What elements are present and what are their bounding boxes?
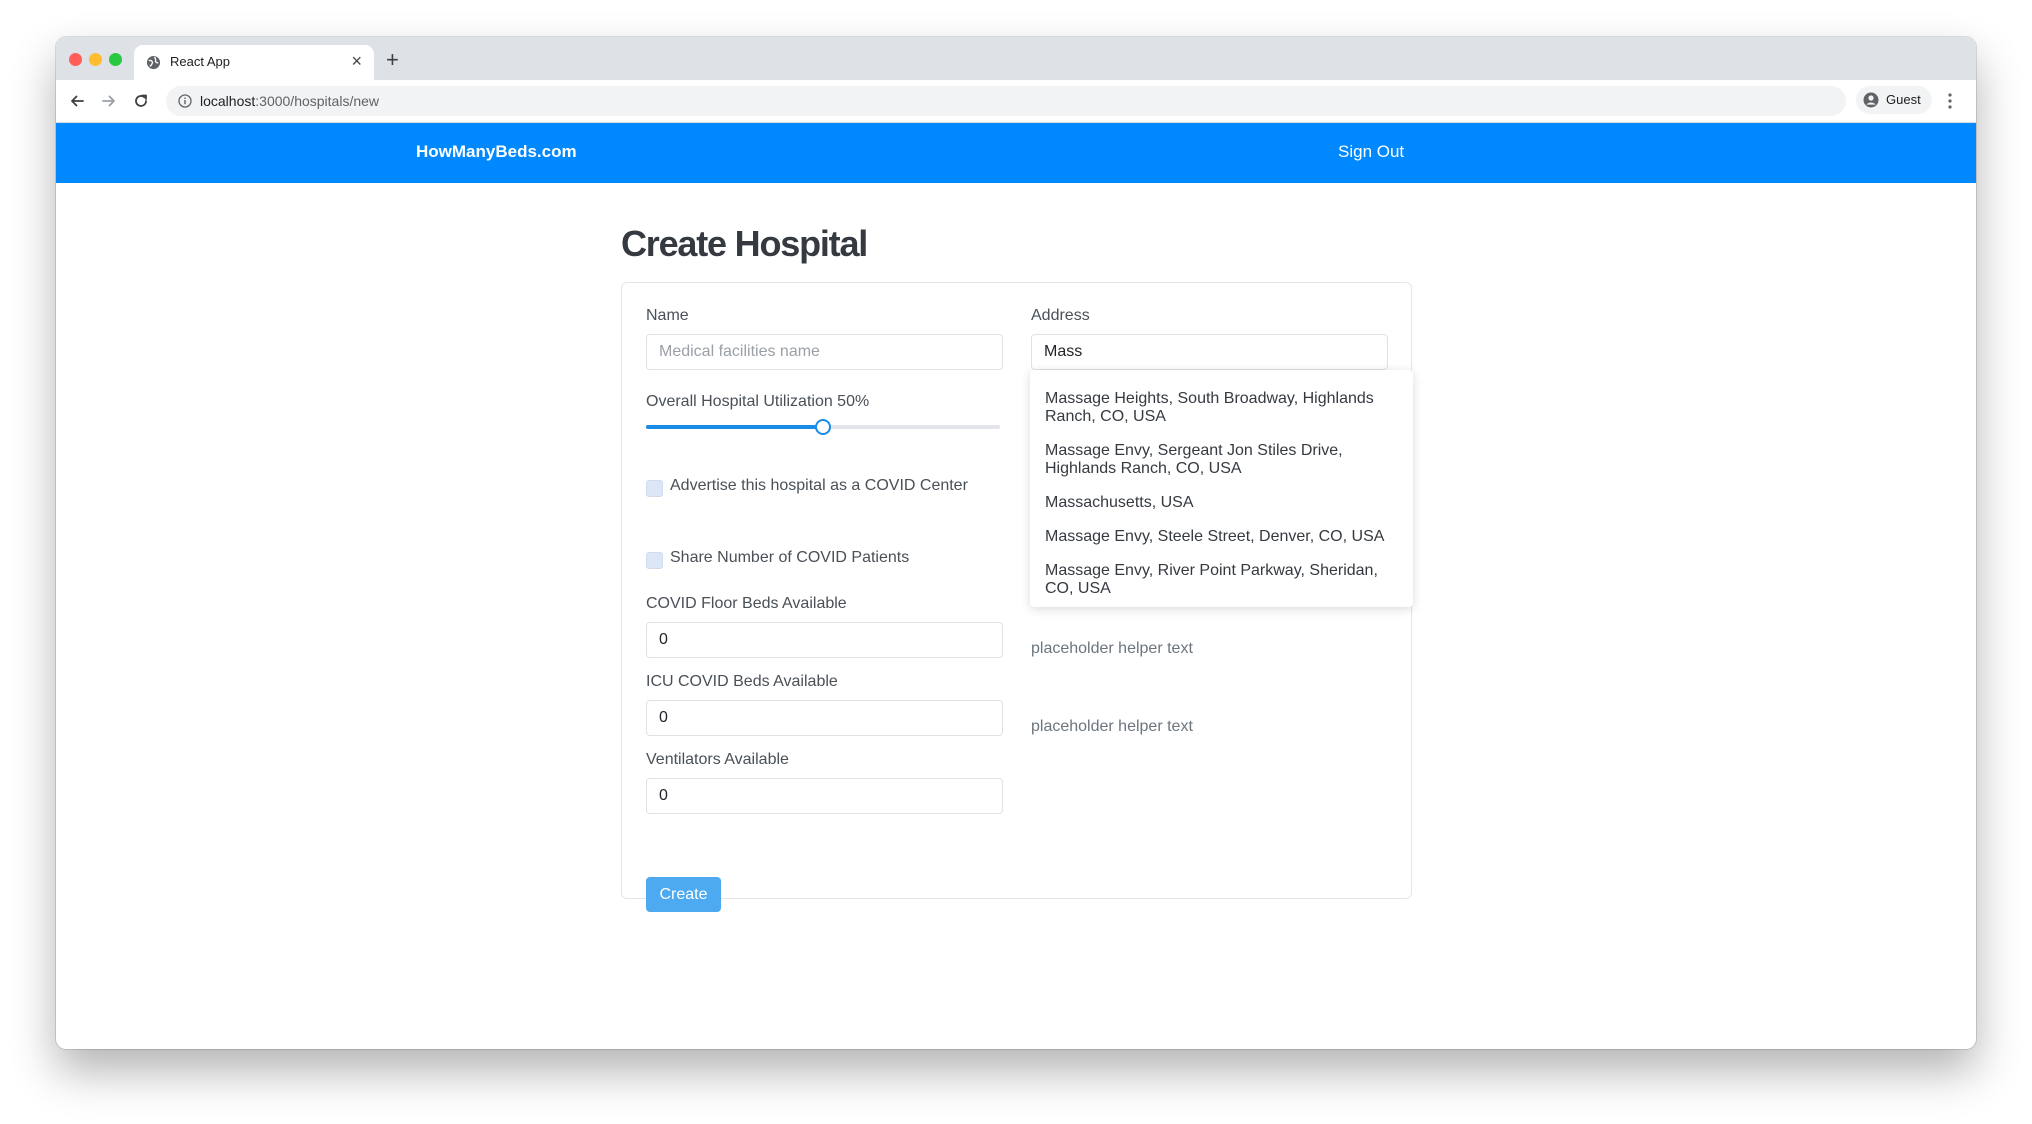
maximize-window-button[interactable] [109, 53, 122, 66]
address-label: Address [1031, 307, 1090, 324]
new-tab-icon[interactable]: + [386, 47, 399, 73]
brand-link[interactable]: HowManyBeds.com [416, 142, 577, 162]
ventilators-input[interactable] [646, 778, 1003, 814]
icu-covid-beds-input[interactable] [646, 700, 1003, 736]
name-input[interactable] [646, 334, 1003, 370]
url-host: localhost [200, 93, 256, 109]
browser-window: React App × + localhost:3000/hospitals/n… [56, 37, 1976, 1049]
close-window-button[interactable] [69, 53, 82, 66]
forward-button[interactable] [96, 88, 122, 114]
covid-floor-beds-label: COVID Floor Beds Available [646, 595, 847, 612]
address-suggestion[interactable]: Massage Heights, South Broadway, Highlan… [1045, 390, 1395, 426]
share-covid-patients-checkbox[interactable] [646, 552, 663, 569]
reload-icon [135, 94, 147, 107]
address-suggestion[interactable]: Massage Envy, River Point Parkway, Sheri… [1045, 562, 1395, 598]
address-suggestion[interactable]: Massage Envy, Steele Street, Denver, CO,… [1045, 528, 1395, 546]
browser-toolbar: localhost:3000/hospitals/new Guest [56, 80, 1976, 123]
tab-strip: React App × + [56, 37, 1976, 80]
arrow-left-icon [71, 95, 84, 107]
tab-title: React App [170, 54, 230, 69]
page-title: Create Hospital [621, 223, 868, 264]
url-path: :3000/hospitals/new [255, 93, 380, 109]
app-navbar: HowManyBeds.com Sign Out [56, 123, 1976, 183]
address-suggestions-dropdown: Massage Heights, South Broadway, Highlan… [1030, 370, 1413, 607]
arrow-right-icon [102, 95, 115, 107]
address-suggestion[interactable]: Massage Envy, Sergeant Jon Stiles Drive,… [1045, 442, 1395, 478]
name-label: Name [646, 307, 689, 324]
profile-label: Guest [1886, 92, 1921, 107]
sign-out-link[interactable]: Sign Out [1338, 142, 1404, 162]
globe-icon [146, 55, 161, 70]
share-covid-patients-label: Share Number of COVID Patients [670, 549, 910, 566]
address-suggestion[interactable]: Massachusetts, USA [1045, 494, 1395, 512]
avatar-icon [1863, 92, 1879, 108]
advertise-covid-checkbox[interactable] [646, 480, 663, 497]
covid-floor-beds-helper: placeholder helper text [1031, 640, 1193, 657]
back-button[interactable] [64, 88, 90, 114]
ventilators-label: Ventilators Available [646, 751, 789, 768]
reload-button[interactable] [128, 88, 154, 114]
address-bar[interactable]: localhost:3000/hospitals/new [166, 86, 1846, 116]
tab-close-icon[interactable]: × [351, 51, 362, 72]
more-vert-icon[interactable] [1947, 91, 1953, 111]
advertise-covid-label: Advertise this hospital as a COVID Cente… [670, 477, 968, 494]
utilization-label: Overall Hospital Utilization 50% [646, 393, 870, 410]
browser-tab[interactable]: React App × [134, 45, 374, 80]
url-text: localhost:3000/hospitals/new [200, 93, 379, 109]
utilization-slider-fill [646, 425, 823, 429]
address-input[interactable] [1031, 334, 1388, 370]
utilization-slider-thumb[interactable] [815, 419, 831, 435]
covid-floor-beds-input[interactable] [646, 622, 1003, 658]
minimize-window-button[interactable] [89, 53, 102, 66]
icu-covid-beds-label: ICU COVID Beds Available [646, 673, 838, 690]
icu-covid-beds-helper: placeholder helper text [1031, 718, 1193, 735]
profile-button[interactable]: Guest [1856, 86, 1932, 114]
utilization-slider[interactable] [646, 419, 1000, 435]
create-button[interactable]: Create [646, 877, 721, 912]
info-icon[interactable] [178, 94, 192, 108]
